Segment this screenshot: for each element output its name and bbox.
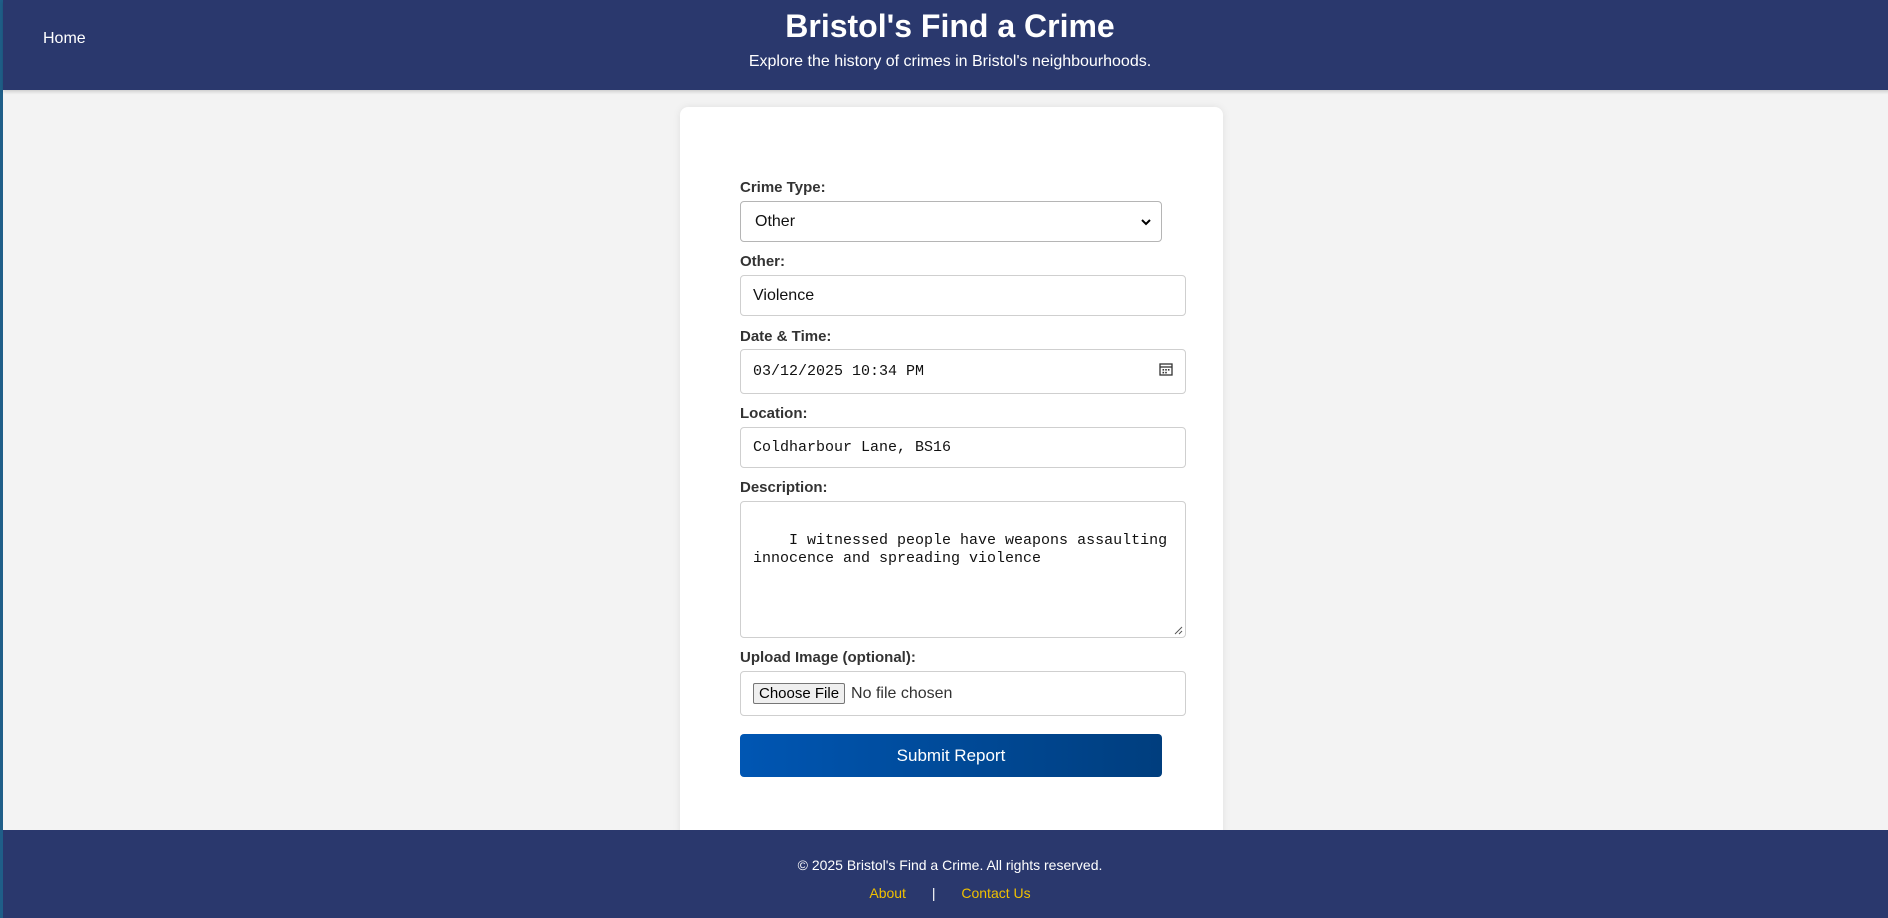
site-footer: © 2025 Bristol's Find a Crime. All right… [3, 830, 1888, 918]
datetime-input[interactable]: 03/12/2025 10:34 PM [740, 349, 1186, 394]
description-value: I witnessed people have weapons assaulti… [753, 532, 1168, 567]
footer-copyright: © 2025 Bristol's Find a Crime. All right… [797, 857, 1103, 873]
datetime-value: 03/12/2025 10:34 PM [753, 363, 925, 380]
chevron-down-icon [1141, 215, 1151, 229]
location-value: Coldharbour Lane, BS16 [753, 439, 952, 456]
footer-about-link[interactable]: About [869, 885, 906, 901]
footer-contact-link[interactable]: Contact Us [961, 885, 1030, 901]
location-input[interactable]: Coldharbour Lane, BS16 [740, 427, 1186, 468]
location-label: Location: [740, 405, 808, 422]
footer-links: About | Contact Us [3, 885, 1888, 901]
upload-label: Upload Image (optional): [740, 649, 916, 666]
crime-type-value: Other [755, 212, 796, 230]
submit-report-button[interactable]: Submit Report [740, 734, 1162, 777]
report-form-card: Crime Type: Other Other: Violence Date &… [680, 107, 1223, 842]
other-value: Violence [753, 286, 815, 304]
site-header: Home Bristol's Find a Crime Explore the … [3, 0, 1888, 90]
datetime-label: Date & Time: [740, 328, 832, 345]
crime-type-label: Crime Type: [740, 179, 826, 196]
resize-handle-icon[interactable] [1173, 625, 1183, 635]
crime-type-select[interactable]: Other [740, 201, 1162, 242]
other-label: Other: [740, 253, 785, 270]
page-subtitle: Explore the history of crimes in Bristol… [748, 53, 1152, 70]
calendar-icon[interactable] [1159, 362, 1173, 381]
other-input[interactable]: Violence [740, 275, 1186, 316]
footer-separator: | [931, 885, 936, 901]
choose-file-button[interactable]: Choose File [753, 683, 846, 704]
upload-image-input[interactable]: Choose File No file chosen [740, 671, 1186, 716]
page-title: Bristol's Find a Crime [785, 8, 1115, 44]
no-file-text: No file chosen [851, 684, 953, 702]
description-label: Description: [740, 479, 828, 496]
description-textarea[interactable]: I witnessed people have weapons assaulti… [740, 501, 1186, 638]
